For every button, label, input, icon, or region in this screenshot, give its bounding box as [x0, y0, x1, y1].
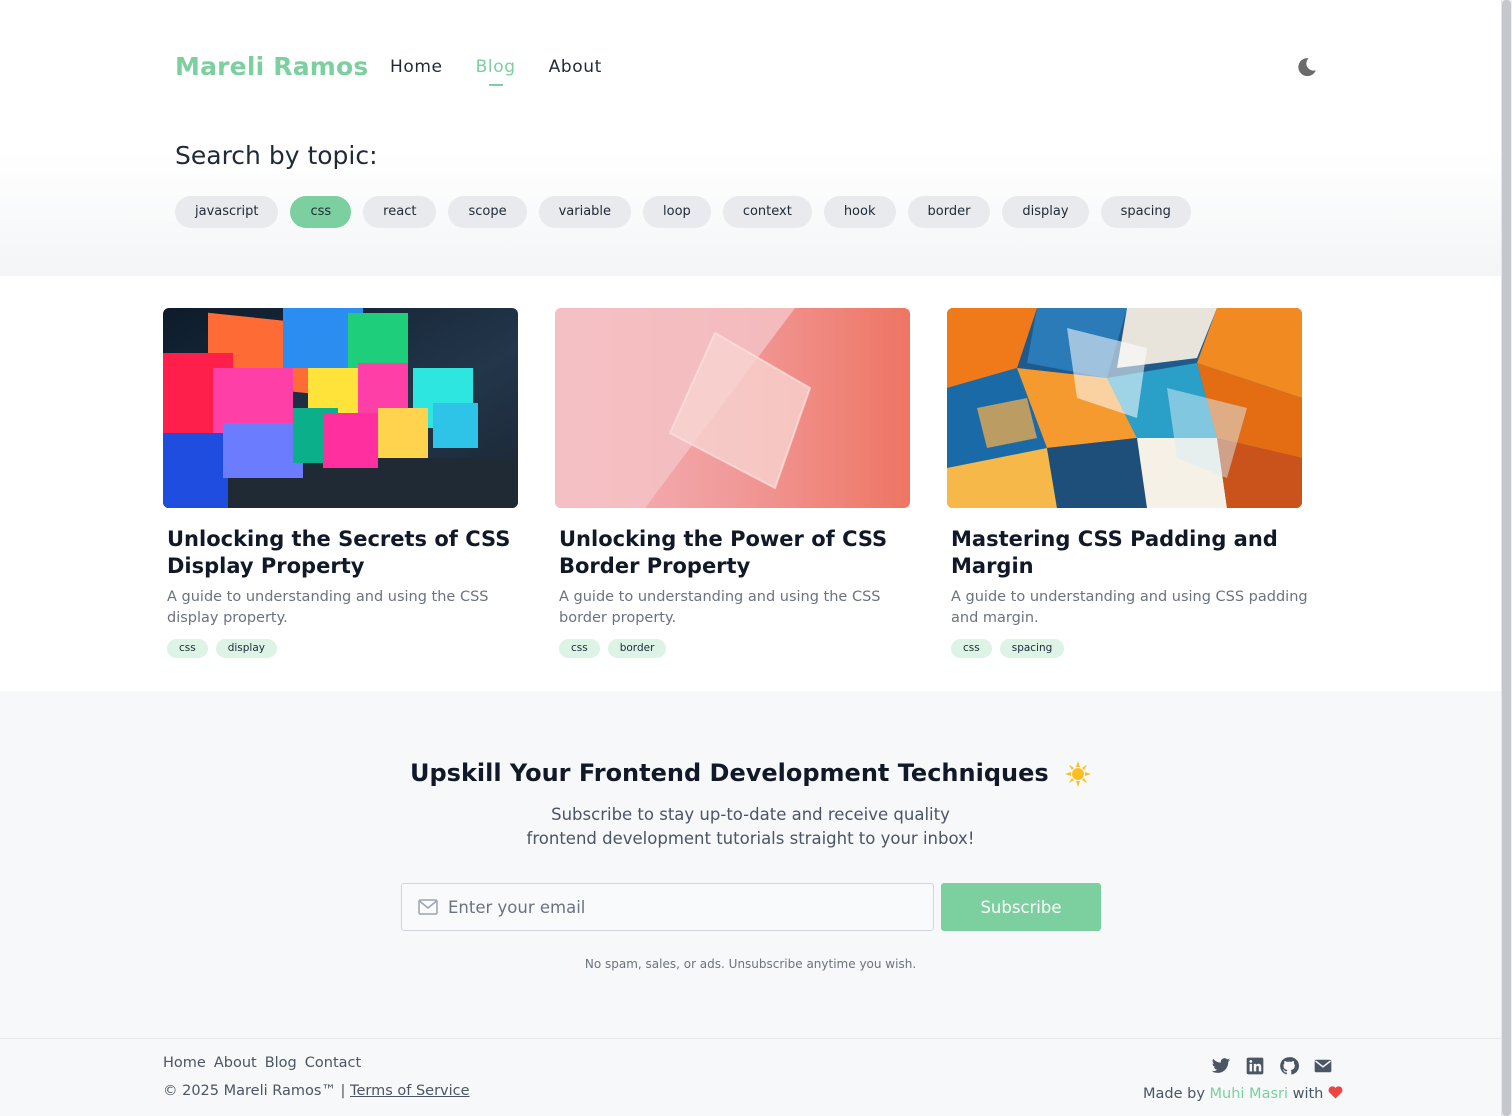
newsletter-section: Upskill Your Frontend Development Techni…	[0, 691, 1501, 1038]
footer-links: Home About Blog Contact	[163, 1055, 369, 1071]
search-title: Search by topic:	[175, 141, 378, 170]
newsletter-text-line2: frontend development tutorials straight …	[526, 829, 975, 848]
topic-chip[interactable]: scope	[448, 196, 527, 228]
nav-blog[interactable]: Blog	[476, 57, 516, 86]
post-tag[interactable]: border	[607, 639, 667, 658]
post-tag[interactable]: display	[215, 639, 278, 658]
topic-chip[interactable]: javascript	[175, 196, 279, 228]
post-image-glass[interactable]	[555, 308, 910, 508]
newsletter-description: Subscribe to stay up-to-date and receive…	[0, 803, 1501, 851]
mail-icon	[418, 899, 438, 915]
author-link[interactable]: Muhi Masri	[1210, 1086, 1288, 1102]
post-grid: Unlocking the Secrets of CSS Display Pro…	[163, 308, 1343, 678]
post-description: A guide to understanding and using the C…	[167, 589, 489, 626]
newsletter-note: No spam, sales, or ads. Unsubscribe anyt…	[584, 957, 917, 971]
twitter-icon[interactable]	[1211, 1056, 1231, 1076]
nav-home[interactable]: Home	[390, 57, 443, 77]
post-description: A guide to understanding and using CSS p…	[951, 589, 1308, 626]
topic-chip[interactable]: loop	[643, 196, 711, 228]
nav-about[interactable]: About	[549, 57, 602, 77]
newsletter-title: Upskill Your Frontend Development Techni…	[0, 759, 1501, 787]
post-title[interactable]: Unlocking the Power of CSS Border Proper…	[559, 526, 935, 580]
footer-link-home[interactable]: Home	[163, 1055, 206, 1071]
post-title[interactable]: Mastering CSS Padding and Margin	[951, 526, 1327, 580]
topic-chip[interactable]: spacing	[1100, 196, 1191, 228]
made-by-with: with	[1292, 1086, 1324, 1102]
social-links	[1211, 1056, 1347, 1076]
topic-chip[interactable]: context	[722, 196, 812, 228]
post-tags: css display	[167, 639, 543, 658]
github-icon[interactable]	[1279, 1056, 1299, 1076]
linkedin-icon[interactable]	[1245, 1056, 1265, 1076]
top-area: Mareli Ramos Home Blog About Search by t…	[0, 0, 1501, 276]
post-tag[interactable]: css	[167, 639, 208, 658]
scrollbar-track[interactable]	[1501, 0, 1512, 1116]
topic-chip[interactable]: hook	[823, 196, 896, 228]
footer-link-blog[interactable]: Blog	[265, 1055, 297, 1071]
newsletter-text-line1: Subscribe to stay up-to-date and receive…	[551, 805, 950, 824]
footer: Home About Blog Contact © 2025 Mareli Ra…	[0, 1038, 1501, 1116]
scrollbar-thumb[interactable]	[1502, 0, 1511, 1116]
post-description: A guide to understanding and using the C…	[559, 589, 881, 626]
post-title[interactable]: Unlocking the Secrets of CSS Display Pro…	[167, 526, 543, 580]
post-card[interactable]: Unlocking the Secrets of CSS Display Pro…	[163, 308, 543, 658]
post-tag[interactable]: css	[951, 639, 992, 658]
subscribe-button[interactable]: Subscribe	[941, 883, 1101, 931]
footer-link-contact[interactable]: Contact	[305, 1055, 361, 1071]
post-tag[interactable]: css	[559, 639, 600, 658]
post-image-chalk[interactable]	[163, 308, 518, 508]
terms-link[interactable]: Terms of Service	[350, 1083, 469, 1099]
main-nav: Home Blog About	[390, 57, 635, 86]
heart-icon	[1328, 1086, 1343, 1099]
post-tag[interactable]: spacing	[999, 639, 1065, 658]
topic-chip[interactable]: border	[907, 196, 991, 228]
topic-chip[interactable]: display	[1002, 196, 1089, 228]
newsletter-title-text: Upskill Your Frontend Development Techni…	[409, 759, 1049, 787]
topic-chip-active[interactable]: css	[290, 196, 352, 228]
sun-icon	[1065, 761, 1092, 787]
topic-chip[interactable]: react	[363, 196, 437, 228]
made-by: Made by Muhi Masri with	[1143, 1086, 1343, 1102]
topic-list: javascript css react scope variable loop…	[175, 196, 1203, 228]
post-tags: css spacing	[951, 639, 1327, 658]
email-field[interactable]	[401, 883, 934, 931]
logo[interactable]: Mareli Ramos	[175, 52, 369, 81]
email-input[interactable]	[448, 884, 918, 930]
footer-link-about[interactable]: About	[214, 1055, 257, 1071]
post-card[interactable]: Mastering CSS Padding and Margin A guide…	[947, 308, 1327, 658]
post-card[interactable]: Unlocking the Power of CSS Border Proper…	[555, 308, 935, 658]
post-tags: css border	[559, 639, 935, 658]
made-by-text: Made by	[1143, 1086, 1205, 1102]
mail-icon[interactable]	[1313, 1056, 1333, 1076]
moon-icon[interactable]	[1296, 56, 1318, 78]
post-image-painting[interactable]	[947, 308, 1302, 508]
copyright: © 2025 Mareli Ramos™ | Terms of Service	[163, 1083, 470, 1099]
copyright-text: © 2025 Mareli Ramos™ |	[163, 1083, 346, 1099]
topic-chip[interactable]: variable	[538, 196, 632, 228]
